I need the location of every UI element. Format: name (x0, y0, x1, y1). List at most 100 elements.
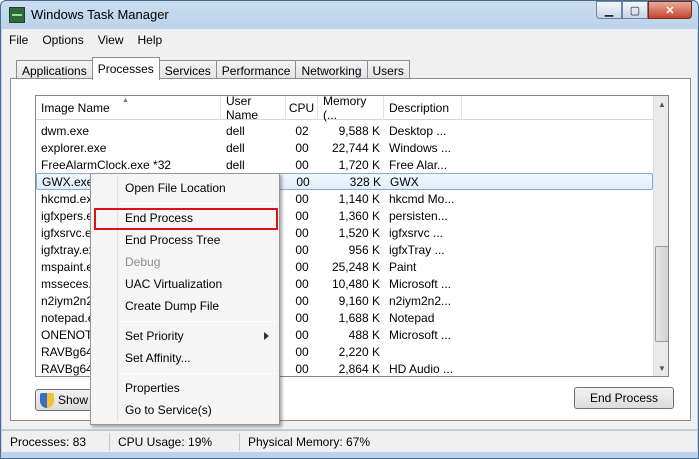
menu-view[interactable]: View (91, 33, 131, 47)
menu-options[interactable]: Options (35, 33, 90, 47)
tab-networking[interactable]: Networking (295, 60, 368, 80)
tab-users[interactable]: Users (366, 60, 410, 80)
tab-processes[interactable]: Processes (91, 57, 160, 80)
menu-uac-virtualization[interactable]: UAC Virtualization (125, 273, 275, 295)
cell-memory: 2,864 K (338, 361, 380, 376)
cell-memory: 1,140 K (338, 191, 380, 206)
cell-description: n2iym2n2... (389, 293, 452, 308)
cell-cpu: 02 (295, 123, 309, 138)
cell-user-name: dell (226, 157, 245, 172)
cell-memory: 956 K (348, 242, 380, 257)
cell-memory: 9,588 K (338, 123, 380, 138)
scroll-down-icon[interactable]: ▼ (654, 360, 668, 376)
title-bar[interactable]: Windows Task Manager ▁ ▢ ✕ (1, 1, 698, 29)
cell-cpu: 00 (295, 276, 309, 291)
cell-description: Microsoft ... (389, 327, 452, 342)
cell-memory: 22,744 K (331, 140, 380, 155)
cell-cpu: 00 (295, 361, 309, 376)
cell-description: hkcmd Mo... (389, 191, 455, 206)
cell-cpu: 00 (295, 225, 309, 240)
context-menu: Open File Location End Process End Proce… (90, 173, 280, 425)
cell-description: Paint (389, 259, 417, 274)
cell-memory: 9,160 K (338, 293, 380, 308)
cell-cpu: 00 (295, 310, 309, 325)
cell-description: Desktop ... (389, 123, 447, 138)
submenu-arrow-icon (264, 332, 269, 340)
uac-shield-icon (40, 392, 54, 408)
cell-cpu: 00 (295, 293, 309, 308)
cell-user-name: dell (226, 123, 245, 138)
tab-performance[interactable]: Performance (215, 60, 297, 80)
cell-memory: 1,360 K (338, 208, 380, 223)
column-label: Image Name (41, 101, 110, 115)
list-header: Image Name ▲ User Name CPU Memory (... D… (36, 96, 653, 122)
status-physical-memory: Physical Memory: 67% (248, 434, 371, 449)
cell-description: igfxTray ... (389, 242, 445, 257)
menu-separator (121, 321, 277, 322)
menu-properties[interactable]: Properties (125, 377, 275, 399)
column-cpu[interactable]: CPU (286, 96, 318, 120)
scroll-up-icon[interactable]: ▲ (654, 96, 668, 112)
cell-memory: 2,220 K (338, 344, 380, 359)
menu-separator (121, 373, 277, 374)
tab-services[interactable]: Services (158, 60, 217, 80)
task-manager-window: Windows Task Manager ▁ ▢ ✕ File Options … (0, 0, 699, 459)
cell-memory: 1,520 K (338, 225, 380, 240)
cell-memory: 25,248 K (331, 259, 380, 274)
cell-cpu: 00 (296, 174, 310, 189)
cell-memory: 328 K (349, 174, 381, 189)
menu-file[interactable]: File (2, 33, 35, 47)
end-process-button[interactable]: End Process (574, 387, 674, 409)
cell-description: HD Audio ... (389, 361, 454, 376)
process-row[interactable]: dwm.exe dell 02 9,588 K Desktop ... (36, 122, 653, 139)
cell-cpu: 00 (295, 344, 309, 359)
cell-image-name: dwm.exe (41, 123, 90, 138)
sort-ascending-icon: ▲ (122, 97, 129, 104)
status-bar: Processes: 83 CPU Usage: 19% Physical Me… (2, 430, 697, 452)
menu-set-affinity[interactable]: Set Affinity... (125, 347, 275, 369)
cell-memory: 1,688 K (338, 310, 380, 325)
cell-image-name: FreeAlarmClock.exe *32 (41, 157, 172, 172)
column-image-name[interactable]: Image Name ▲ (36, 96, 221, 120)
menu-help[interactable]: Help (131, 33, 170, 47)
cell-memory: 1,720 K (338, 157, 380, 172)
window-controls: ▁ ▢ ✕ (596, 1, 692, 19)
tab-applications[interactable]: Applications (16, 60, 93, 80)
cell-description: igfxsrvc ... (389, 225, 444, 240)
close-button[interactable]: ✕ (648, 1, 692, 19)
cell-cpu: 00 (295, 140, 309, 155)
menu-set-priority[interactable]: Set Priority (125, 325, 275, 347)
cell-description: Microsoft ... (389, 276, 452, 291)
menu-create-dump-file[interactable]: Create Dump File (125, 295, 275, 317)
status-cpu-usage: CPU Usage: 19% (110, 432, 240, 451)
menu-debug: Debug (125, 255, 161, 269)
cell-user-name: dell (226, 140, 245, 155)
column-user-name[interactable]: User Name (221, 96, 286, 122)
menu-go-to-service[interactable]: Go to Service(s) (125, 399, 275, 421)
cell-memory: 10,480 K (331, 276, 380, 291)
tab-strip: Applications Processes Services Performa… (16, 57, 410, 80)
status-processes: Processes: 83 (2, 432, 110, 451)
cell-description: GWX (390, 174, 419, 189)
vertical-scrollbar[interactable]: ▲ ▼ (653, 96, 668, 376)
menu-separator (121, 203, 277, 204)
cell-cpu: 00 (295, 191, 309, 206)
cell-description: Windows ... (389, 140, 452, 155)
process-row[interactable]: FreeAlarmClock.exe *32 dell 00 1,720 K Free … (36, 156, 653, 173)
cell-cpu: 00 (295, 157, 309, 172)
column-description[interactable]: Description (384, 96, 462, 120)
column-memory[interactable]: Memory (... (318, 96, 384, 122)
process-row[interactable]: explorer.exe dell 00 22,744 K Windows ... (36, 139, 653, 156)
task-manager-icon (9, 7, 25, 23)
cell-cpu: 00 (295, 327, 309, 342)
minimize-button[interactable]: ▁ (596, 1, 622, 19)
menu-open-file-location[interactable]: Open File Location (125, 177, 275, 199)
scroll-thumb[interactable] (655, 246, 668, 342)
highlight-box (94, 208, 278, 230)
cell-cpu: 00 (295, 259, 309, 274)
cell-description: Notepad (389, 310, 435, 325)
menu-end-process-tree[interactable]: End Process Tree (125, 229, 275, 251)
cell-cpu: 00 (295, 208, 309, 223)
cell-image-name: explorer.exe (41, 140, 107, 155)
maximize-button[interactable]: ▢ (622, 1, 648, 19)
